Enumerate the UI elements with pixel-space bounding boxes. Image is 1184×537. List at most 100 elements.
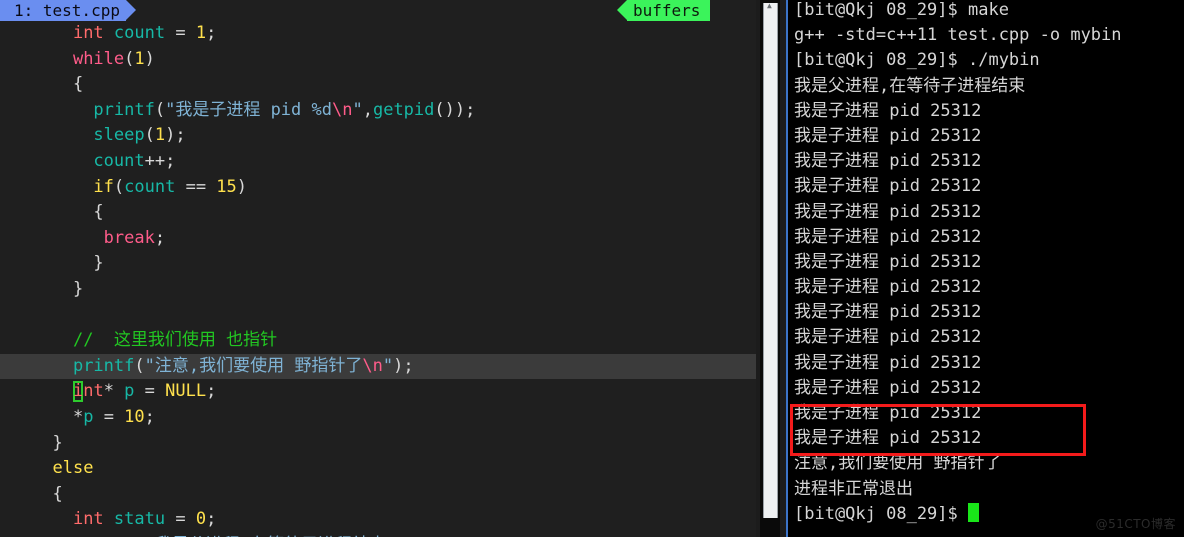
code-token: "注意,我们要使用 野指针了 (144, 355, 363, 376)
terminal-line: 我是子进程 pid 25312 (794, 226, 982, 247)
code-line: } (0, 277, 756, 303)
code-token: { (72, 74, 84, 95)
terminal-line: 我是子进程 pid 25312 (794, 201, 982, 222)
terminal-line: 我是子进程 pid 25312 (794, 176, 982, 197)
code-token: " (352, 99, 363, 120)
tab-buffers-label: buffers (633, 1, 701, 20)
code-token: = (134, 381, 166, 402)
code-token: ; (154, 227, 166, 248)
code-token: printf (72, 355, 135, 376)
code-token: nt (83, 381, 104, 402)
terminal-block-cursor (968, 502, 979, 522)
code-line: int count = 1; (0, 21, 756, 47)
code-token: ++; (144, 150, 176, 171)
code-token: 10 (124, 406, 145, 427)
code-token: 1 (154, 125, 166, 146)
code-line: while(1) (0, 47, 756, 73)
code-token: NULL (165, 381, 207, 402)
code-line: { (0, 200, 756, 226)
code-line: sleep(1); (0, 123, 756, 149)
code-token: ; (144, 406, 155, 427)
code-token: ; (206, 23, 217, 43)
code-token: count (113, 23, 166, 43)
terminal-line: 我是子进程 pid 25312 (794, 151, 982, 172)
code-token: { (93, 202, 104, 223)
code-token: = (165, 23, 196, 43)
code-token: = (165, 509, 196, 530)
code-line: } (0, 251, 756, 277)
code-token: { (52, 483, 63, 504)
editor-vertical-scrollbar[interactable]: ▲ (760, 0, 780, 537)
code-token: p (83, 406, 94, 427)
code-token: == (175, 176, 217, 197)
code-editor-text[interactable]: int count = 1; while(1) { printf("我是子进程 … (0, 21, 756, 537)
code-token: ); (165, 125, 186, 146)
terminal-line: 注意,我们要使用 野指针了 (794, 453, 1002, 474)
code-line: printf("我是子进程 pid %d\n",getpid()); (0, 98, 756, 124)
terminal-line: 我是子进程 pid 25312 (794, 377, 982, 398)
terminal-line: 我是子进程 pid 25312 (794, 428, 982, 449)
scroll-up-arrow-icon[interactable]: ▲ (767, 2, 772, 10)
code-token: } (72, 278, 84, 299)
code-token: "我是子进程 pid %d (165, 99, 332, 120)
terminal-line: 我是子进程 pid 25312 (794, 352, 982, 373)
code-token: break (103, 227, 155, 248)
code-token: int (72, 509, 104, 530)
terminal-output: [bit@Qkj 08_29]$ make g++ -std=c++11 test… (794, 0, 1184, 527)
code-token: 15 (216, 176, 237, 197)
code-token: } (93, 253, 104, 274)
code-token: 1 (195, 23, 207, 43)
terminal-line: 我是子进程 pid 25312 (794, 277, 982, 298)
code-line: printf("注意,我们要使用 野指针了\n"); (0, 353, 756, 380)
screen-root: 1: test.cpp buffers int count = 1; while… (0, 0, 1184, 537)
terminal-line: 我是子进程 pid 25312 (794, 403, 982, 423)
editor-pane: 1: test.cpp buffers int count = 1; while… (0, 0, 756, 537)
code-line: if(count == 15) (0, 175, 756, 201)
code-token: ) (236, 176, 248, 197)
code-token: 1 (134, 48, 145, 69)
tab-buffers[interactable]: buffers (616, 0, 711, 21)
watermark-label: @51CTO博客 (1095, 517, 1176, 531)
code-token: ; (206, 381, 217, 402)
code-token: * (103, 381, 125, 402)
code-token: // 这里我们使用 也指针 (72, 330, 278, 351)
code-token: while (72, 48, 125, 69)
text-cursor: i (72, 381, 84, 402)
code-token: ( (134, 355, 145, 376)
code-token: getpid (372, 99, 435, 120)
terminal-line: 我是子进程 pid 25312 (794, 302, 982, 323)
code-line: int* p = NULL; (0, 379, 756, 405)
code-token: int (72, 23, 104, 43)
code-line: } (0, 431, 756, 457)
code-line: { (0, 482, 756, 508)
code-token: count (124, 176, 176, 197)
code-token: " (382, 355, 394, 376)
code-token: printf (93, 99, 155, 120)
terminal-line: 我是父进程,在等待子进程结束 (794, 75, 1026, 96)
code-token: \n (331, 99, 353, 120)
code-line: // 这里我们使用 也指针 (0, 328, 756, 354)
code-token: ; (206, 509, 217, 530)
tab-test-cpp[interactable]: 1: test.cpp (0, 0, 136, 21)
code-line: { (0, 72, 756, 98)
code-line: int statu = 0; (0, 507, 756, 533)
terminal-line: [bit@Qkj 08_29]$ ./mybin (794, 50, 1040, 71)
terminal-line: 我是子进程 pid 25312 (794, 100, 982, 121)
code-token: ( (154, 99, 166, 120)
terminal-line: 我是子进程 pid 25312 (794, 125, 982, 146)
code-line: count++; (0, 149, 756, 175)
scrollbar-thumb[interactable] (763, 3, 778, 518)
code-token: ) (144, 48, 155, 69)
terminal-pane[interactable]: [bit@Qkj 08_29]$ make g++ -std=c++11 test… (786, 0, 1184, 537)
code-token: sleep (93, 125, 145, 146)
tab-test-cpp-label: 1: test.cpp (14, 1, 120, 20)
terminal-line: g++ -std=c++11 test.cpp -o mybin (794, 25, 1122, 46)
code-token: else (52, 458, 94, 479)
code-token: statu (113, 509, 166, 530)
code-token: if (93, 176, 114, 197)
code-token: } (52, 432, 63, 453)
code-token: ( (113, 176, 125, 197)
